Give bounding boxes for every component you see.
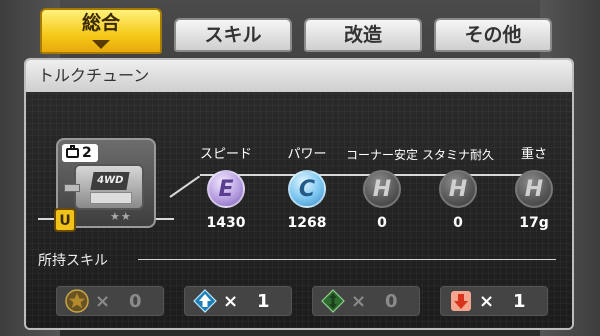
tab-overview[interactable]: 総合 xyxy=(40,8,162,54)
motor-sticker xyxy=(90,192,132,204)
stat-weight-value: 17g xyxy=(519,215,549,231)
stat-weight: 重さ H 17g xyxy=(498,146,570,231)
part-name: トルクチューン xyxy=(38,66,150,85)
tab-modify-label: 改造 xyxy=(343,24,382,46)
grade-orb-power: C xyxy=(288,170,326,208)
skill-slot-down[interactable]: × 1 xyxy=(440,286,548,316)
stat-power: パワー C 1268 xyxy=(271,146,343,231)
stat-stamina: スタミナ耐久 H 0 xyxy=(422,146,494,231)
grade-orb-stamina: H xyxy=(439,170,477,208)
stat-weight-label: 重さ xyxy=(520,147,547,162)
tab-other[interactable]: その他 xyxy=(434,18,552,52)
skill-count-down: 1 xyxy=(513,291,526,312)
tab-bar: 総合 スキル 改造 その他 xyxy=(40,8,560,56)
stat-stamina-label: スタミナ耐久 xyxy=(422,148,495,162)
chevron-down-icon xyxy=(92,40,110,49)
tab-other-label: その他 xyxy=(464,24,522,46)
grade-orb-weight: H xyxy=(515,170,553,208)
grade-orb-cornering: H xyxy=(363,170,401,208)
tab-skill-label: スキル xyxy=(204,24,262,46)
stat-speed-label: スピード xyxy=(199,147,252,162)
part-detail-panel: トルクチューン 2 4WD U ★★ スピード E 1430 パワー C 126… xyxy=(24,58,574,330)
motor-shaft xyxy=(64,184,80,192)
star-rating: ★★ xyxy=(110,210,132,223)
panel-header: トルクチューン xyxy=(26,60,572,92)
star-icon xyxy=(65,289,89,313)
connector-line xyxy=(156,218,174,220)
part-level-badge: 2 xyxy=(62,144,98,162)
skill-multiplier: × xyxy=(351,291,367,312)
skill-multiplier: × xyxy=(95,291,111,312)
skills-divider xyxy=(138,259,556,260)
up-down-arrow-icon xyxy=(321,289,345,313)
grade-orb-speed: E xyxy=(207,170,245,208)
motor-brand-label: 4WD xyxy=(90,172,130,190)
stat-power-value: 1268 xyxy=(287,215,327,231)
stat-cornering-label: コーナー安定 xyxy=(346,148,419,162)
up-arrow-icon xyxy=(193,289,217,313)
skill-slot-updown[interactable]: × 0 xyxy=(312,286,420,316)
tab-overview-label: 総合 xyxy=(81,12,120,34)
part-level: 2 xyxy=(82,145,92,161)
skill-count-updown: 0 xyxy=(385,291,398,312)
down-arrow-icon xyxy=(451,291,471,311)
stat-cornering-value: 0 xyxy=(377,215,387,231)
rank-badge: U xyxy=(54,208,76,232)
stat-power-label: パワー xyxy=(287,147,327,162)
skill-multiplier: × xyxy=(479,291,495,312)
skill-multiplier: × xyxy=(223,291,239,312)
skills-heading: 所持スキル xyxy=(38,253,108,269)
stat-cornering: コーナー安定 H 0 xyxy=(346,146,418,231)
skill-slot-star[interactable]: × 0 xyxy=(56,286,164,316)
stat-speed-value: 1430 xyxy=(206,215,246,231)
skill-slot-up[interactable]: × 1 xyxy=(184,286,292,316)
motor-image: 4WD xyxy=(64,164,144,210)
stat-speed: スピード E 1430 xyxy=(190,146,262,231)
skill-count-star: 0 xyxy=(129,291,142,312)
stat-stamina-value: 0 xyxy=(453,215,463,231)
tab-skill[interactable]: スキル xyxy=(174,18,292,52)
tab-modify[interactable]: 改造 xyxy=(304,18,422,52)
panel-body: 2 4WD U ★★ スピード E 1430 パワー C 1268 コーナー安定… xyxy=(26,92,572,328)
skill-count-up: 1 xyxy=(257,291,270,312)
toolbox-icon xyxy=(66,145,79,158)
